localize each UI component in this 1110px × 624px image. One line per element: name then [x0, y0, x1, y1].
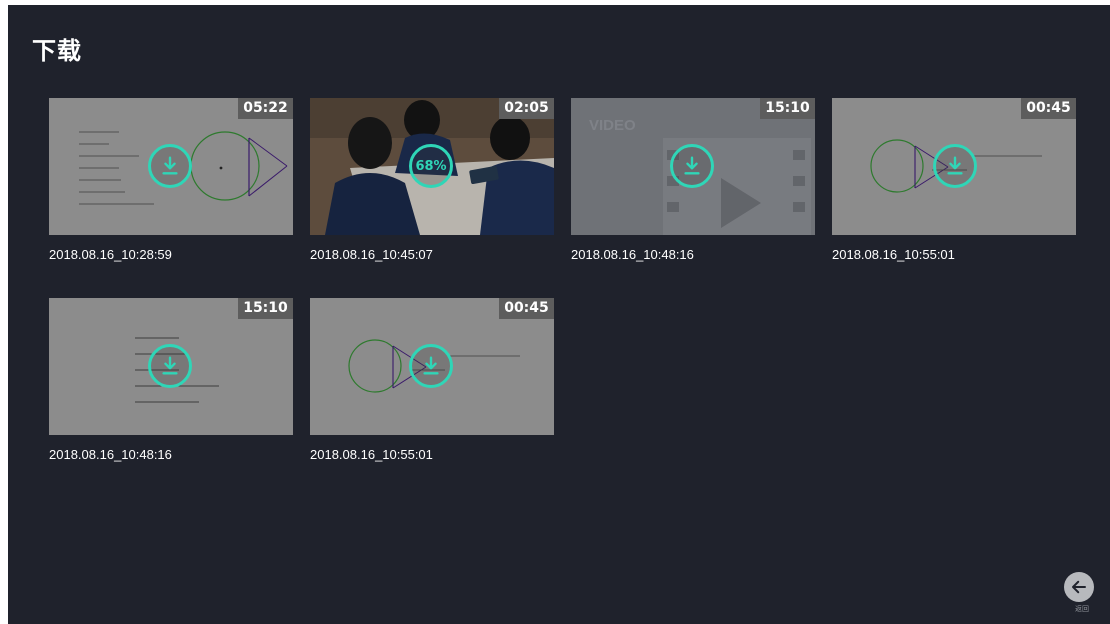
video-card[interactable]: VIDEO 15:10 2018.08.16_10:48:16	[571, 98, 815, 262]
video-caption: 2018.08.16_10:48:16	[49, 447, 172, 462]
duration-badge: 00:45	[1021, 98, 1076, 119]
video-caption: 2018.08.16_10:55:01	[310, 447, 433, 462]
video-card[interactable]: 00:45 2018.08.16_10:55:01	[832, 98, 1076, 262]
video-card[interactable]: 15:10 2018.08.16_10:48:16	[49, 298, 293, 462]
back-button[interactable]	[1064, 572, 1094, 602]
arrow-left-icon	[1072, 580, 1086, 594]
download-progress-text: 68%	[415, 158, 447, 174]
video-thumbnail[interactable]: 00:45	[310, 298, 554, 435]
download-button[interactable]	[933, 144, 977, 188]
video-thumbnail[interactable]: 00:45	[832, 98, 1076, 235]
video-card[interactable]: 00:45 2018.08.16_10:55:01	[310, 298, 554, 462]
video-thumbnail[interactable]: 05:22	[49, 98, 293, 235]
video-card[interactable]: 05:22 2018.08.16_10:28:59	[49, 98, 293, 262]
duration-badge: 00:45	[499, 298, 554, 319]
back-label: 返回	[1075, 605, 1089, 613]
video-thumbnail[interactable]: 68% 02:05	[310, 98, 554, 235]
duration-badge: 15:10	[238, 298, 293, 319]
download-icon	[423, 356, 439, 375]
download-icon	[162, 156, 178, 175]
duration-badge: 02:05	[499, 98, 554, 119]
download-icon	[684, 156, 700, 175]
video-caption: 2018.08.16_10:55:01	[832, 247, 955, 262]
download-button[interactable]	[409, 344, 453, 388]
download-icon	[947, 156, 963, 175]
duration-badge: 05:22	[238, 98, 293, 119]
video-caption: 2018.08.16_10:28:59	[49, 247, 172, 262]
download-button[interactable]	[148, 144, 192, 188]
video-thumbnail[interactable]: VIDEO 15:10	[571, 98, 815, 235]
download-button[interactable]	[670, 144, 714, 188]
duration-badge: 15:10	[760, 98, 815, 119]
download-progress-indicator[interactable]: 68%	[409, 144, 453, 188]
page-title: 下载	[32, 37, 82, 65]
download-icon	[162, 356, 178, 375]
video-caption: 2018.08.16_10:48:16	[571, 247, 694, 262]
video-thumbnail[interactable]: 15:10	[49, 298, 293, 435]
video-caption: 2018.08.16_10:45:07	[310, 247, 433, 262]
video-watermark: VIDEO	[589, 117, 636, 134]
download-screen: 下载 05:22 2018.08.16_10:28:59 68% 02:05 2…	[8, 5, 1110, 624]
video-card[interactable]: 68% 02:05 2018.08.16_10:45:07	[310, 98, 554, 262]
download-button[interactable]	[148, 344, 192, 388]
